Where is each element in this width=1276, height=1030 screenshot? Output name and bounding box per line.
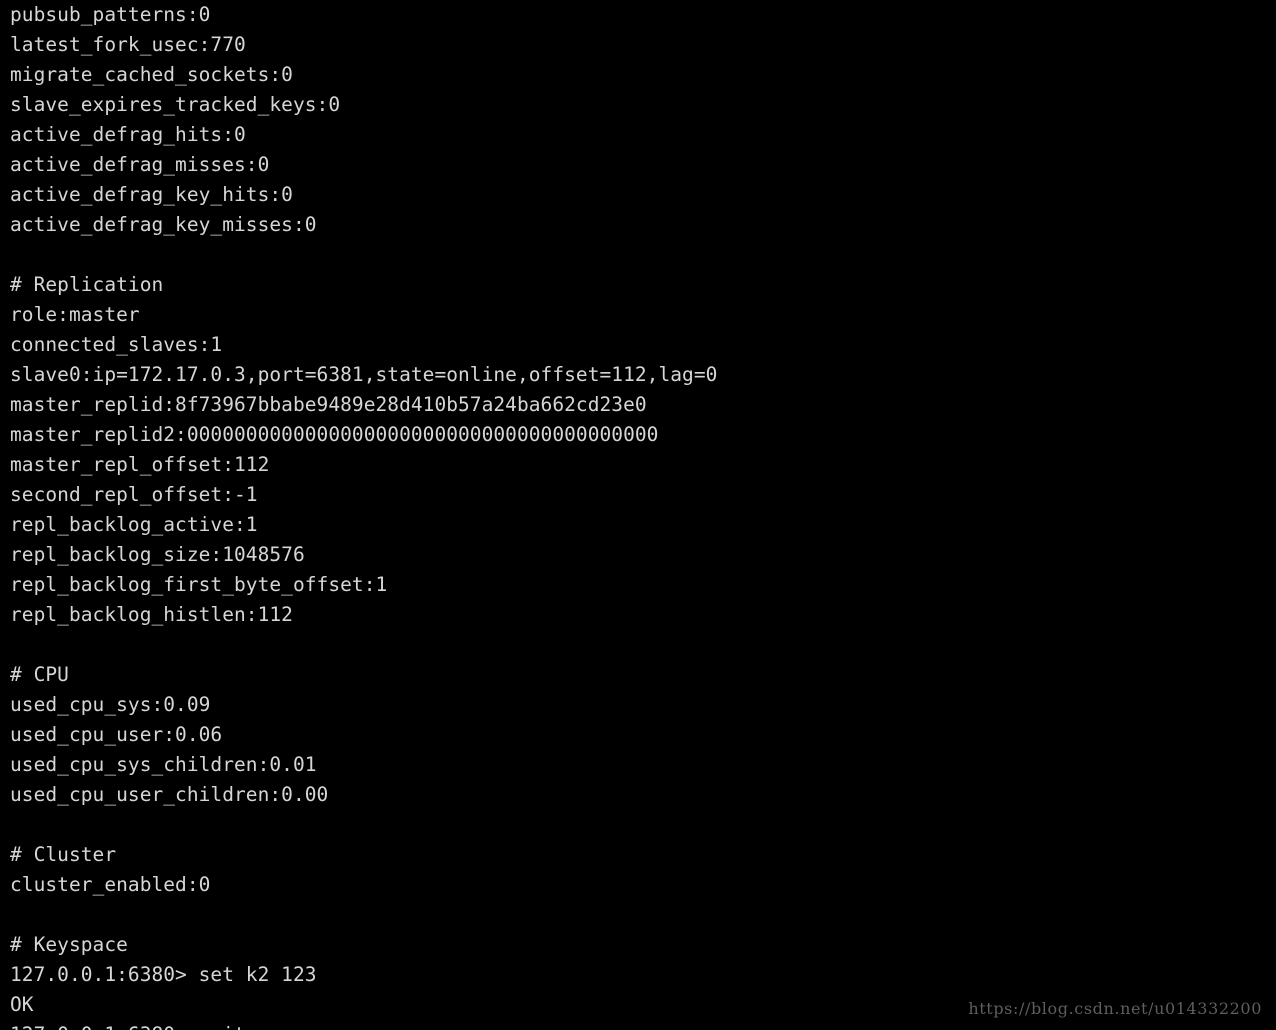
watermark-text: https://blog.csdn.net/u014332200 (968, 999, 1262, 1018)
terminal-line: role:master (10, 303, 140, 326)
terminal-line: slave_expires_tracked_keys:0 (10, 93, 341, 116)
terminal-line: active_defrag_misses:0 (10, 153, 270, 176)
terminal-line: repl_backlog_histlen:112 (10, 603, 293, 626)
terminal-line: 127.0.0.1:6380> set k2 123 (10, 963, 317, 986)
terminal-line: # Replication (10, 273, 164, 296)
terminal-line: # CPU (10, 663, 69, 686)
terminal-line: pubsub_patterns:0 (10, 3, 211, 26)
terminal-line: # Keyspace (10, 933, 128, 956)
terminal-line: master_replid:8f73967bbabe9489e28d410b57… (10, 393, 647, 416)
terminal-line: used_cpu_sys:0.09 (10, 693, 211, 716)
terminal-line: used_cpu_user:0.06 (10, 723, 223, 746)
terminal-line: repl_backlog_size:1048576 (10, 543, 305, 566)
terminal-line: used_cpu_sys_children:0.01 (10, 753, 317, 776)
terminal-line: connected_slaves:1 (10, 333, 223, 356)
terminal-line: migrate_cached_sockets:0 (10, 63, 293, 86)
terminal-line: cluster_enabled:0 (10, 873, 211, 896)
terminal-line: # Cluster (10, 843, 117, 866)
terminal-line: active_defrag_key_hits:0 (10, 183, 293, 206)
terminal-line: latest_fork_usec:770 (10, 33, 246, 56)
terminal-line: master_repl_offset:112 (10, 453, 270, 476)
terminal-line: active_defrag_key_misses:0 (10, 213, 317, 236)
terminal-line: second_repl_offset:-1 (10, 483, 258, 506)
terminal-window[interactable]: pubsub_patterns:0 latest_fork_usec:770mig… (0, 0, 1276, 1030)
terminal-output: pubsub_patterns:0 latest_fork_usec:770mig… (10, 0, 1276, 1030)
terminal-line: used_cpu_user_children:0.00 (10, 783, 329, 806)
terminal-line: active_defrag_hits:0 (10, 123, 246, 146)
terminal-line: repl_backlog_first_byte_offset:1 (10, 573, 388, 596)
terminal-line: slave0:ip=172.17.0.3,port=6381,state=onl… (10, 363, 718, 386)
terminal-line: master_replid2:0000000000000000000000000… (10, 423, 659, 446)
terminal-line: 127.0.0.1:6380> exit (10, 1020, 1276, 1030)
terminal-line: repl_backlog_active:1 (10, 513, 258, 536)
